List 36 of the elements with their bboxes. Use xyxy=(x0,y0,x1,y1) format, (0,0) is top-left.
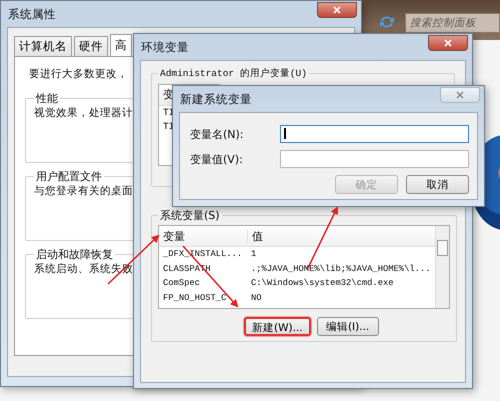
field-label: 变量值(V): xyxy=(190,152,244,166)
group-title: Administrator 的用户变量(U) xyxy=(159,67,308,80)
tab[interactable]: 计算机名 xyxy=(14,36,72,56)
scrollbar[interactable] xyxy=(435,226,449,308)
group-title: 启动和故障恢复 xyxy=(35,247,114,262)
column-header[interactable]: 变量 xyxy=(159,228,247,244)
group-title: 用户配置文件 xyxy=(35,169,103,184)
variable-value: .;%JAVA_HOME%\lib;%JAVA_HOME%\l... xyxy=(250,262,432,276)
group-title: 性能 xyxy=(34,91,59,106)
tab[interactable]: 高 xyxy=(110,34,132,56)
close-button[interactable] xyxy=(317,2,357,18)
search-field[interactable]: 搜索控制面板 xyxy=(405,13,500,33)
group-description: 视觉效果，处理器计 xyxy=(34,106,133,120)
dialog-button[interactable]: 编辑(I)... xyxy=(316,317,379,336)
field-label: 变量名(N): xyxy=(190,126,245,142)
close-button[interactable] xyxy=(440,87,480,103)
variable-value: NO xyxy=(250,292,263,304)
input-field[interactable] xyxy=(280,125,469,143)
close-icon xyxy=(456,91,464,99)
close-icon xyxy=(333,6,341,14)
group-title: 系统变量(S) xyxy=(159,208,221,223)
variable-name: FP_NO_HOST_C xyxy=(162,292,228,304)
window-title: 环境变量 xyxy=(141,40,189,54)
variable-value: C:\Windows\system32\cmd.exe xyxy=(250,277,395,290)
close-icon xyxy=(444,39,452,47)
window-title: 系统属性 xyxy=(8,6,56,22)
close-button[interactable] xyxy=(428,35,468,51)
refresh-icon[interactable] xyxy=(378,14,396,30)
dialog-button[interactable]: 新建(W)... xyxy=(244,317,311,336)
dialog-button[interactable]: 取消 xyxy=(406,175,469,194)
variable-name: ComSpec xyxy=(162,277,201,290)
group-description: 与您登录有关的桌面 xyxy=(34,184,133,198)
variable-value: 1 xyxy=(250,248,258,261)
intro-text: 要进行大多数更改， xyxy=(29,67,128,81)
input-field[interactable] xyxy=(280,150,469,168)
tab[interactable]: 硬件 xyxy=(74,36,108,56)
